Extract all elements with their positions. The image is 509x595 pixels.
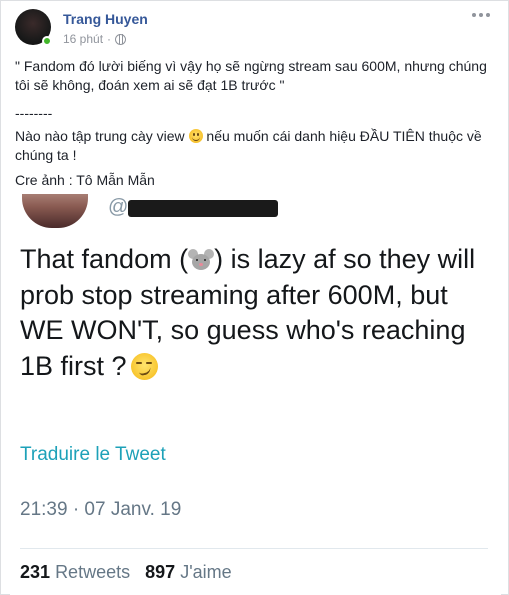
likes-count: 897 — [145, 562, 176, 582]
post-divider-text: -------- — [15, 105, 53, 121]
likes-label: J'aime — [180, 562, 232, 582]
tweet-date: 21:39 · 07 Janv. 19 — [20, 499, 182, 520]
post-quote: " Fandom đó lười biếng vì vậy họ sẽ ngừn… — [15, 58, 487, 93]
smile-emoji-icon — [188, 129, 203, 143]
post-body: " Fandom đó lười biếng vì vậy họ sẽ ngừn… — [15, 57, 495, 190]
globe-icon[interactable] — [115, 33, 127, 45]
post-call-to-action: Nào nào tập trung cày view nếu muốn cái … — [15, 128, 482, 163]
tweet-handle-at: @ — [108, 196, 129, 218]
facebook-post-card: Trang Huyen 16 phút · " Fandom đó lười b… — [0, 0, 509, 595]
more-options-icon[interactable] — [472, 13, 490, 17]
redacted-handle — [128, 200, 278, 217]
mouse-emoji-icon — [188, 249, 215, 271]
post-credit: Cre ảnh : Tô Mẫn Mẫn — [15, 172, 155, 188]
smirk-emoji-icon — [130, 352, 158, 380]
tweet-screenshot-image[interactable]: @ That fandom () is lazy af so they will… — [10, 194, 501, 595]
meta-separator: · — [107, 32, 112, 46]
post-meta: 16 phút · — [63, 32, 127, 46]
tweet-text: That fandom () is lazy af so they will p… — [20, 244, 476, 381]
translate-tweet-link: Traduire le Tweet — [20, 444, 166, 465]
retweets-label: Retweets — [55, 562, 131, 582]
post-timestamp[interactable]: 16 phút — [63, 32, 103, 46]
tweet-divider — [20, 548, 488, 549]
tweet-author-avatar — [22, 194, 88, 228]
tweet-stats: 231 Retweets 897 J'aime — [20, 562, 232, 583]
retweets-count: 231 — [20, 562, 51, 582]
online-status-dot — [42, 36, 52, 46]
author-name[interactable]: Trang Huyen — [63, 11, 148, 27]
